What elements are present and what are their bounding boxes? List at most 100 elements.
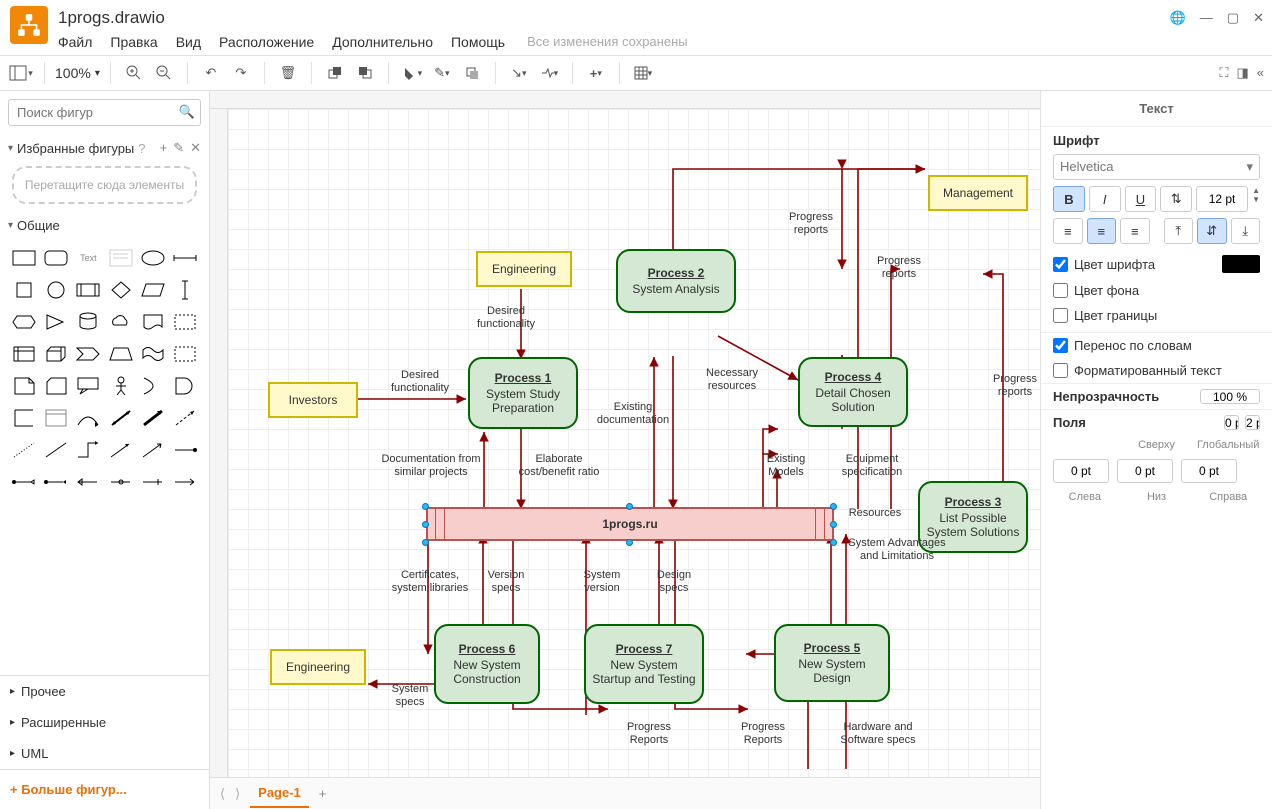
prev-page-icon[interactable]: ⟨ (220, 786, 225, 802)
shape-list[interactable] (42, 405, 70, 431)
close-icon[interactable]: ✕ (1253, 10, 1264, 26)
bold-button[interactable]: B (1053, 186, 1085, 212)
node-investors[interactable]: Investors (268, 382, 358, 418)
font-select[interactable]: Helvetica▾ (1053, 154, 1260, 180)
font-size-input[interactable] (1196, 186, 1248, 212)
shape-connector[interactable] (171, 437, 199, 463)
shape-dotted-rect2[interactable] (171, 341, 199, 367)
margin-left-input[interactable] (1053, 459, 1109, 483)
document-title[interactable]: 1progs.drawio (58, 6, 1170, 28)
shape-thick-arrow[interactable] (139, 405, 167, 431)
margin-right-input[interactable] (1181, 459, 1237, 483)
shape-note[interactable] (10, 373, 38, 399)
shape-rect[interactable] (10, 245, 38, 271)
valign-middle-button[interactable]: ⇵ (1197, 218, 1227, 244)
add-page-icon[interactable]: + (319, 786, 327, 801)
edit-fav-icon[interactable]: ✎ (173, 140, 184, 156)
shape-assoc5[interactable] (139, 469, 167, 495)
border-color-check[interactable] (1053, 308, 1068, 323)
italic-button[interactable]: I (1089, 186, 1121, 212)
search-icon[interactable]: 🔍 (179, 104, 195, 120)
fill-color-icon[interactable]: ▾ (399, 60, 425, 86)
menu-arrange[interactable]: Расположение (219, 34, 314, 50)
advanced-section[interactable]: ▸Расширенные (0, 707, 209, 738)
language-icon[interactable]: 🌐 (1170, 10, 1186, 26)
shape-curve[interactable] (74, 405, 102, 431)
shape-dotted-line[interactable] (10, 437, 38, 463)
menu-extras[interactable]: Дополнительно (332, 34, 433, 50)
waypoint-icon[interactable]: ▾ (536, 60, 562, 86)
shape-assoc6[interactable] (171, 469, 199, 495)
shape-document[interactable] (139, 309, 167, 335)
undo-icon[interactable]: ↶ (198, 60, 224, 86)
zoom-out-icon[interactable] (151, 60, 177, 86)
shape-square[interactable] (10, 277, 38, 303)
zoom-value[interactable]: 100% (55, 65, 91, 81)
shadow-icon[interactable] (459, 60, 485, 86)
shape-assoc4[interactable] (106, 469, 134, 495)
menu-help[interactable]: Помощь (451, 34, 505, 50)
shape-diamond[interactable] (106, 277, 134, 303)
node-p6[interactable]: Process 6New System Construction (434, 624, 540, 704)
to-back-icon[interactable] (352, 60, 378, 86)
margin-global-input[interactable] (1245, 415, 1260, 430)
shape-text[interactable]: Text (74, 245, 102, 271)
align-left-button[interactable]: ≡ (1053, 218, 1083, 244)
minimize-icon[interactable]: — (1200, 10, 1213, 26)
node-p4[interactable]: Process 4Detail Chosen Solution (798, 357, 908, 427)
valign-bottom-button[interactable]: ⤓ (1231, 218, 1261, 244)
favorites-header[interactable]: ▾Избранные фигуры? +✎✕ (0, 134, 209, 162)
formatted-check[interactable] (1053, 363, 1068, 378)
shape-trapezoid[interactable] (106, 341, 134, 367)
shape-open-arrow[interactable] (139, 437, 167, 463)
search-input[interactable] (8, 99, 201, 126)
menu-view[interactable]: Вид (176, 34, 201, 50)
menu-edit[interactable]: Правка (110, 34, 157, 50)
add-fav-icon[interactable]: + (160, 140, 168, 156)
shape-step[interactable] (74, 341, 102, 367)
shape-circle[interactable] (42, 277, 70, 303)
shape-callout[interactable] (74, 373, 102, 399)
shape-assoc[interactable] (10, 469, 38, 495)
shape-internal-storage[interactable] (10, 341, 38, 367)
redo-icon[interactable]: ↷ (228, 60, 254, 86)
shape-actor[interactable] (106, 373, 134, 399)
shape-cylinder[interactable] (74, 309, 102, 335)
shape-hexagon[interactable] (10, 309, 38, 335)
shape-vline[interactable] (171, 277, 199, 303)
shape-card[interactable] (42, 373, 70, 399)
bg-color-check[interactable] (1053, 283, 1068, 298)
shape-line[interactable] (42, 437, 70, 463)
opacity-input[interactable] (1200, 389, 1260, 404)
vertical-button[interactable]: ⇅ (1160, 186, 1192, 212)
node-p2[interactable]: Process 2System Analysis (616, 249, 736, 313)
to-front-icon[interactable] (322, 60, 348, 86)
favorites-drop[interactable]: Перетащите сюда элементы (12, 166, 197, 204)
size-up[interactable]: ▲ (1252, 186, 1260, 195)
shape-tape[interactable] (139, 341, 167, 367)
table-icon[interactable]: ▾ (630, 60, 656, 86)
font-color-swatch[interactable] (1222, 255, 1260, 273)
shape-cube[interactable] (42, 341, 70, 367)
margin-bottom-input[interactable] (1117, 459, 1173, 483)
canvas[interactable]: Investors Engineering Management Enginee… (228, 109, 1040, 777)
shape-triangle[interactable] (42, 309, 70, 335)
align-right-button[interactable]: ≡ (1120, 218, 1150, 244)
underline-button[interactable]: U (1125, 186, 1157, 212)
shape-assoc3[interactable] (74, 469, 102, 495)
common-header[interactable]: ▾Общие (0, 212, 209, 239)
margin-top-input[interactable] (1224, 415, 1239, 430)
line-color-icon[interactable]: ✎▾ (429, 60, 455, 86)
node-p7[interactable]: Process 7New System Startup and Testing (584, 624, 704, 704)
node-management[interactable]: Management (928, 175, 1028, 211)
align-center-button[interactable]: ≡ (1087, 218, 1117, 244)
next-page-icon[interactable]: ⟩ (235, 786, 240, 802)
shape-and[interactable] (171, 373, 199, 399)
sidebar-toggle-icon[interactable]: ▾ (8, 60, 34, 86)
shape-hline[interactable] (171, 245, 199, 271)
shape-bidir-arrow[interactable] (106, 405, 134, 431)
shape-process[interactable] (74, 277, 102, 303)
uml-section[interactable]: ▸UML (0, 738, 209, 769)
zoom-in-icon[interactable] (121, 60, 147, 86)
shape-ellipse[interactable] (139, 245, 167, 271)
